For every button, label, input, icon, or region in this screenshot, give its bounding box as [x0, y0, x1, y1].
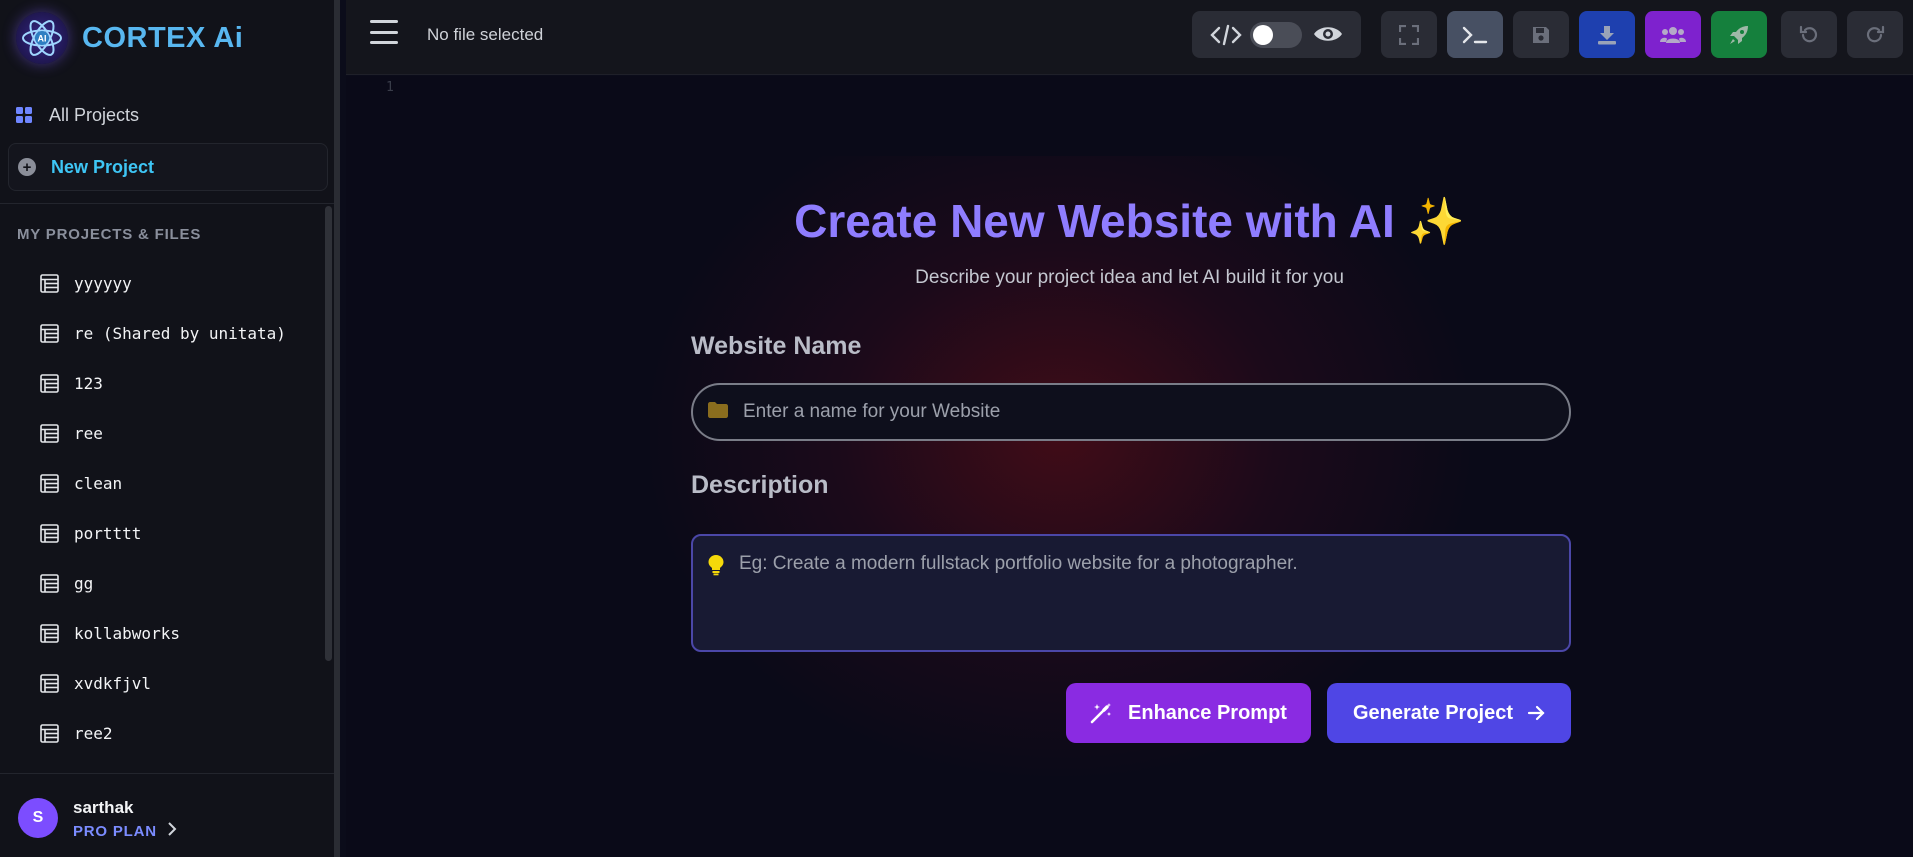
terminal-icon: [1462, 26, 1488, 43]
project-item[interactable]: clean: [40, 458, 320, 508]
user-plan: PRO PLAN: [73, 822, 177, 841]
folder-icon: [707, 401, 729, 424]
file-table-icon: [40, 673, 59, 693]
brand[interactable]: AI CORTEX Ai: [16, 12, 243, 64]
website-name-label: Website Name: [691, 332, 862, 360]
description-field[interactable]: [691, 534, 1571, 652]
project-name: re (Shared by unitata): [74, 323, 286, 343]
plus-circle-icon: +: [18, 158, 36, 176]
project-name: ree2: [74, 723, 113, 743]
new-project-label: New Project: [51, 156, 155, 177]
project-item[interactable]: portttt: [40, 508, 320, 558]
save-button[interactable]: [1513, 11, 1569, 58]
project-item[interactable]: 123: [40, 358, 320, 408]
fullscreen-icon: [1399, 24, 1419, 45]
file-table-icon: [40, 373, 59, 393]
scrollbar-thumb[interactable]: [325, 206, 332, 661]
undo-icon: [1799, 25, 1818, 42]
top-toolbar: No file selected: [346, 0, 1913, 75]
view-mode-toggle: [1192, 11, 1361, 58]
plan-label: PRO PLAN: [73, 823, 157, 840]
code-icon[interactable]: [1210, 24, 1242, 51]
generate-project-label: Generate Project: [1352, 701, 1514, 724]
file-table-icon: [40, 323, 59, 343]
project-name: clean: [74, 473, 123, 493]
collaborators-button[interactable]: [1645, 11, 1701, 58]
file-table-icon: [40, 423, 59, 443]
page-subtitle: Describe your project idea and let AI bu…: [915, 267, 1344, 288]
editor-area: 1 Create New Website with AI ✨ Describe …: [346, 76, 1913, 857]
project-item-partial[interactable]: [40, 758, 320, 773]
project-item[interactable]: re (Shared by unitata): [40, 308, 320, 358]
download-icon: [1598, 25, 1616, 44]
grid-icon: [16, 107, 32, 123]
arrow-right-icon: [1527, 705, 1545, 721]
logo-text: AI: [38, 34, 47, 44]
user-name: sarthak: [73, 798, 134, 817]
project-list: yyyyyy re (Shared by unitata) 123 ree clean p…: [40, 258, 320, 773]
avatar: S: [18, 798, 58, 838]
project-item[interactable]: kollabworks: [40, 608, 320, 658]
magic-wand-icon: [1090, 702, 1114, 724]
download-button[interactable]: [1579, 11, 1635, 58]
fullscreen-button[interactable]: [1381, 11, 1437, 58]
description-input[interactable]: [739, 552, 1539, 632]
project-item[interactable]: ree: [40, 408, 320, 458]
line-number: 1: [386, 80, 394, 95]
redo-icon: [1866, 25, 1885, 42]
file-table-icon: [40, 623, 59, 643]
chevron-right-icon: [167, 822, 177, 841]
file-status: No file selected: [427, 25, 544, 44]
file-table-icon: [40, 273, 59, 293]
file-table-icon: [40, 523, 59, 543]
website-name-input[interactable]: [743, 401, 1523, 423]
enhance-prompt-label: Enhance Prompt: [1128, 701, 1287, 724]
project-name: xvdkfjvl: [74, 673, 152, 693]
users-icon: [1660, 26, 1686, 43]
project-item[interactable]: gg: [40, 558, 320, 608]
atom-logo-icon: AI: [16, 12, 68, 64]
menu-icon[interactable]: [370, 20, 398, 44]
generate-project-button[interactable]: Generate Project: [1327, 683, 1571, 743]
app-root: AI CORTEX Ai All Projects + New Project …: [0, 0, 1913, 857]
user-profile[interactable]: S sarthak PRO PLAN: [0, 773, 334, 857]
project-item[interactable]: ree2: [40, 708, 320, 758]
project-name: gg: [74, 573, 94, 593]
sidebar-item-label: All Projects: [49, 104, 140, 125]
section-label: MY PROJECTS & FILES: [17, 226, 202, 243]
project-item[interactable]: xvdkfjvl: [40, 658, 320, 708]
save-icon: [1533, 26, 1549, 43]
brand-name: CORTEX Ai: [82, 21, 244, 54]
file-table-icon: [40, 723, 59, 743]
sidebar-item-all-projects[interactable]: All Projects: [16, 100, 139, 130]
lightbulb-icon: [707, 554, 725, 581]
page-title: Create New Website with AI ✨: [794, 195, 1465, 247]
sidebar: AI CORTEX Ai All Projects + New Project …: [0, 0, 340, 857]
redo-button[interactable]: [1847, 11, 1903, 58]
enhance-prompt-button[interactable]: Enhance Prompt: [1066, 683, 1311, 743]
undo-button[interactable]: [1781, 11, 1837, 58]
rocket-icon: [1730, 25, 1748, 44]
description-label: Description: [691, 471, 829, 499]
project-name: kollabworks: [74, 623, 180, 643]
file-table-icon: [40, 473, 59, 493]
eye-icon[interactable]: [1312, 23, 1344, 50]
new-project-button[interactable]: + New Project: [8, 143, 328, 191]
project-list-panel[interactable]: MY PROJECTS & FILES yyyyyy re (Shared by …: [0, 203, 334, 773]
deploy-button[interactable]: [1711, 11, 1767, 58]
toggle-switch[interactable]: [1250, 22, 1302, 48]
project-name: ree: [74, 423, 103, 443]
project-name: 123: [74, 373, 103, 393]
project-name: yyyyyy: [74, 273, 132, 293]
website-name-field[interactable]: [691, 383, 1571, 441]
file-table-icon: [40, 573, 59, 593]
project-item[interactable]: yyyyyy: [40, 258, 320, 308]
project-name: portttt: [74, 523, 142, 543]
terminal-button[interactable]: [1447, 11, 1503, 58]
